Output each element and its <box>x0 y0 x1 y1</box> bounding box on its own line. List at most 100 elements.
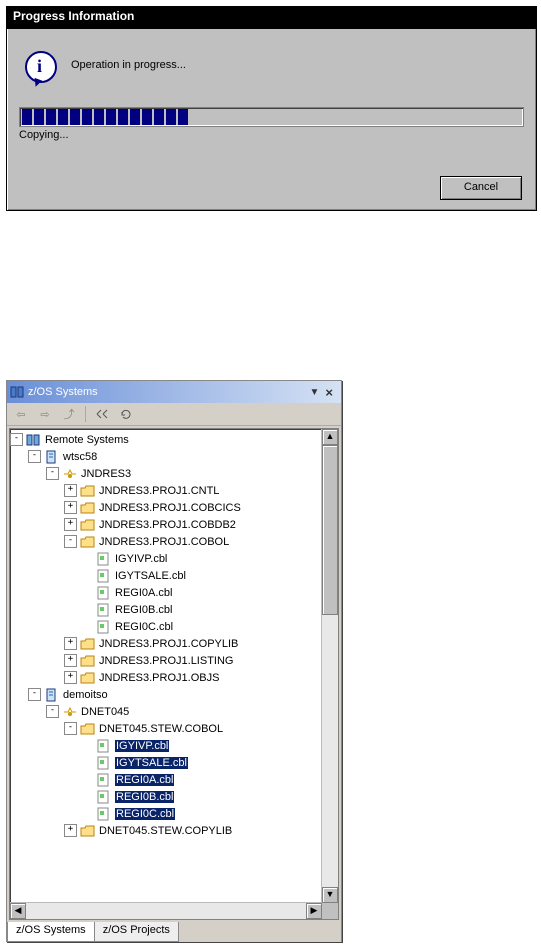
progress-segment <box>118 109 128 125</box>
connect-icon[interactable] <box>92 405 112 423</box>
up-icon[interactable]: ⤴ <box>59 405 79 423</box>
tree-node[interactable]: - Remote Systems <box>10 431 322 448</box>
expander-placeholder <box>82 740 93 751</box>
tab-zos-projects[interactable]: z/OS Projects <box>94 922 179 942</box>
expand-icon[interactable]: + <box>64 501 77 514</box>
file-icon <box>96 807 112 821</box>
scroll-thumb[interactable] <box>322 445 338 615</box>
expander-placeholder <box>82 791 93 802</box>
host-icon <box>44 688 60 702</box>
tree-node-label: IGYIVP.cbl <box>115 553 167 565</box>
tree-node-label: wtsc58 <box>63 451 97 463</box>
tree-node[interactable]: REGI0A.cbl <box>10 584 322 601</box>
tree-node[interactable]: +JNDRES3.PROJ1.COPYLIB <box>10 635 322 652</box>
cancel-button[interactable]: Cancel <box>440 176 522 200</box>
tree-node[interactable]: REGI0C.cbl <box>10 805 322 822</box>
info-icon: i <box>25 51 57 83</box>
tree-node[interactable]: - wtsc58 <box>10 448 322 465</box>
tree-node-label: DNET045 <box>81 706 129 718</box>
progress-segment <box>34 109 44 125</box>
refresh-icon[interactable] <box>116 405 136 423</box>
tree-node[interactable]: -JNDRES3 <box>10 465 322 482</box>
scroll-up-icon[interactable]: ▲ <box>322 429 338 445</box>
progress-segment <box>154 109 164 125</box>
expander-placeholder <box>82 604 93 615</box>
tree-node[interactable]: + JNDRES3.PROJ1.LISTING <box>10 652 322 669</box>
tab-zos-systems[interactable]: z/OS Systems <box>7 922 95 942</box>
collapse-icon[interactable]: - <box>64 535 77 548</box>
tree-node-label: REGI0B.cbl <box>115 791 174 803</box>
collapse-icon[interactable]: - <box>28 688 41 701</box>
progress-segment <box>82 109 92 125</box>
back-icon[interactable]: ⇦ <box>11 405 31 423</box>
progress-segment <box>46 109 56 125</box>
file-icon <box>96 790 112 804</box>
expand-icon[interactable]: + <box>64 637 77 650</box>
progress-bar <box>19 107 524 127</box>
forward-icon[interactable]: ⇨ <box>35 405 55 423</box>
tree-node[interactable]: REGI0B.cbl <box>10 601 322 618</box>
tree-node-label: REGI0C.cbl <box>115 621 173 633</box>
tree[interactable]: -Remote Systems-wtsc58-JNDRES3+JNDRES3.P… <box>10 429 322 903</box>
folder-icon <box>80 535 96 549</box>
expand-icon[interactable]: + <box>64 824 77 837</box>
tree-node-label: JNDRES3.PROJ1.LISTING <box>99 655 233 667</box>
scroll-right-icon[interactable]: ▶ <box>306 903 322 919</box>
tree-node-label: demoitso <box>63 689 108 701</box>
tree-node[interactable]: REGI0B.cbl <box>10 788 322 805</box>
tree-node[interactable]: IGYTSALE.cbl <box>10 567 322 584</box>
tree-node[interactable]: - demoitso <box>10 686 322 703</box>
progress-segment <box>130 109 140 125</box>
view-menu-icon[interactable]: ▼ <box>308 387 322 398</box>
progress-dialog: Progress Information i Operation in prog… <box>6 6 537 211</box>
scroll-left-icon[interactable]: ◀ <box>10 903 26 919</box>
tree-node[interactable]: - DNET045 <box>10 703 322 720</box>
tree-node[interactable]: +JNDRES3.PROJ1.COBCICS <box>10 499 322 516</box>
tree-node-label: Remote Systems <box>45 434 129 446</box>
expander-placeholder <box>82 757 93 768</box>
collapse-icon[interactable]: - <box>46 705 59 718</box>
expander-placeholder <box>82 621 93 632</box>
progress-segment <box>106 109 116 125</box>
expand-icon[interactable]: + <box>64 654 77 667</box>
tree-node[interactable]: - DNET045.STEW.COBOL <box>10 720 322 737</box>
tree-node[interactable]: IGYTSALE.cbl <box>10 754 322 771</box>
tree-node-label: IGYTSALE.cbl <box>115 570 186 582</box>
tree-node[interactable]: + DNET045.STEW.COPYLIB <box>10 822 322 839</box>
view-close-icon[interactable]: × <box>321 385 337 400</box>
tree-node[interactable]: + JNDRES3.PROJ1.OBJS <box>10 669 322 686</box>
tree-node[interactable]: +JNDRES3.PROJ1.CNTL <box>10 482 322 499</box>
file-icon <box>96 620 112 634</box>
view-title: z/OS Systems <box>28 386 308 398</box>
collapse-icon[interactable]: - <box>64 722 77 735</box>
vertical-scrollbar[interactable]: ▲ ▼ <box>321 429 338 903</box>
tree-node-label: IGYTSALE.cbl <box>115 757 188 769</box>
tree-node[interactable]: IGYIVP.cbl <box>10 737 322 754</box>
progress-segment <box>70 109 80 125</box>
folder-icon <box>80 484 96 498</box>
tree-node[interactable]: -JNDRES3.PROJ1.COBOL <box>10 533 322 550</box>
view-tabs: z/OS Systems z/OS Projects <box>7 922 341 942</box>
scroll-down-icon[interactable]: ▼ <box>322 887 338 903</box>
tree-node[interactable]: REGI0A.cbl <box>10 771 322 788</box>
folder-icon <box>80 637 96 651</box>
tree-node-label: DNET045.STEW.COBOL <box>99 723 223 735</box>
collapse-icon[interactable]: - <box>46 467 59 480</box>
user-icon <box>62 467 78 481</box>
tree-node[interactable]: IGYIVP.cbl <box>10 550 322 567</box>
tree-node[interactable]: +JNDRES3.PROJ1.COBDB2 <box>10 516 322 533</box>
tree-node[interactable]: REGI0C.cbl <box>10 618 322 635</box>
expand-icon[interactable]: + <box>64 518 77 531</box>
folder-icon <box>80 501 96 515</box>
toolbar: ⇦ ⇨ ⤴ <box>7 403 341 426</box>
tree-node-label: JNDRES3.PROJ1.OBJS <box>99 672 219 684</box>
horizontal-scrollbar[interactable]: ◀ ▶ <box>10 902 322 919</box>
tree-node-label: DNET045.STEW.COPYLIB <box>99 825 232 837</box>
expand-icon[interactable]: + <box>64 671 77 684</box>
file-icon <box>96 773 112 787</box>
file-icon <box>96 586 112 600</box>
file-icon <box>96 756 112 770</box>
collapse-icon[interactable]: - <box>10 433 23 446</box>
collapse-icon[interactable]: - <box>28 450 41 463</box>
expand-icon[interactable]: + <box>64 484 77 497</box>
